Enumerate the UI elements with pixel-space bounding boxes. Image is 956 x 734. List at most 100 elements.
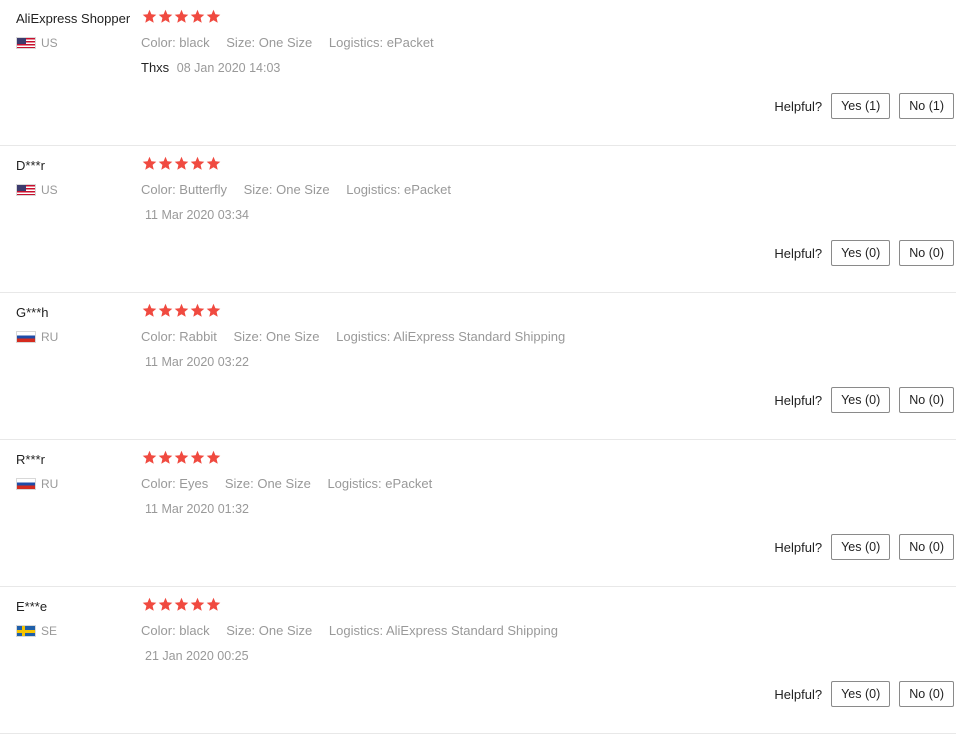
- attr-color: Color: Rabbit: [141, 329, 217, 344]
- helpful-yes-button[interactable]: Yes (0): [831, 240, 891, 266]
- reviewer-country: US: [16, 183, 58, 197]
- helpful-yes-button[interactable]: Yes (0): [831, 681, 891, 707]
- se-flag-icon: [16, 625, 36, 637]
- us-flag-icon: [16, 184, 36, 196]
- review-date: 11 Mar 2020 03:22: [145, 355, 250, 369]
- attr-size: Size: One Size: [233, 329, 320, 344]
- review-date: 11 Mar 2020 03:34: [145, 208, 250, 222]
- attr-color: Color: black: [141, 35, 210, 50]
- star-icon: [190, 156, 205, 170]
- star-icon: [142, 303, 157, 317]
- star-icon: [142, 450, 157, 464]
- helpful-no-button[interactable]: No (0): [899, 681, 954, 707]
- star-icon: [158, 597, 173, 611]
- ru-flag-icon: [16, 478, 36, 490]
- reviewer-country: RU: [16, 477, 58, 491]
- review-date: 08 Jan 2020 14:03: [176, 61, 281, 75]
- review-item: G***h RU Color: Rabbit Size: One Size Lo…: [0, 294, 956, 440]
- review-date: 11 Mar 2020 01:32: [145, 502, 250, 516]
- star-icon: [206, 597, 221, 611]
- star-icon: [158, 450, 173, 464]
- reviewer-country: US: [16, 36, 58, 50]
- review-item: AliExpress Shopper US Color: black Size:…: [0, 0, 956, 146]
- star-icon: [174, 156, 189, 170]
- country-code: RU: [41, 330, 59, 344]
- helpful-yes-button[interactable]: Yes (0): [831, 534, 891, 560]
- attr-size: Size: One Size: [224, 476, 311, 491]
- product-attributes: Color: Rabbit Size: One Size Logistics: …: [141, 329, 578, 344]
- product-attributes: Color: Eyes Size: One Size Logistics: eP…: [141, 476, 445, 491]
- helpful-vote: Helpful? Yes (0) No (0): [774, 681, 954, 707]
- review-item: R***r RU Color: Eyes Size: One Size Logi…: [0, 441, 956, 587]
- helpful-vote: Helpful? Yes (1) No (1): [774, 93, 954, 119]
- attr-logistics: Logistics: ePacket: [327, 476, 433, 491]
- helpful-yes-button[interactable]: Yes (1): [831, 93, 891, 119]
- attr-size: Size: One Size: [226, 623, 313, 638]
- review-date: 21 Jan 2020 00:25: [145, 649, 249, 663]
- reviewer-name: G***h: [16, 305, 49, 320]
- helpful-no-button[interactable]: No (1): [899, 93, 954, 119]
- helpful-label: Helpful?: [774, 98, 823, 114]
- reviewer-name: D***r: [16, 158, 45, 173]
- attr-color: Color: Butterfly: [141, 182, 227, 197]
- country-code: US: [41, 183, 58, 197]
- attr-size: Size: One Size: [243, 182, 330, 197]
- ru-flag-icon: [16, 331, 36, 343]
- reviewer-country: RU: [16, 330, 58, 344]
- review-text: Thxs: [141, 60, 170, 75]
- reviewer-name: AliExpress Shopper: [16, 11, 131, 26]
- helpful-vote: Helpful? Yes (0) No (0): [774, 534, 954, 560]
- star-icon: [158, 303, 173, 317]
- star-icon: [142, 156, 157, 170]
- product-attributes: Color: black Size: One Size Logistics: e…: [141, 35, 447, 50]
- reviewer-name: E***e: [16, 599, 48, 614]
- helpful-no-button[interactable]: No (0): [899, 240, 954, 266]
- review-item: E***e SE Color: black Size: One Size Log…: [0, 588, 956, 734]
- us-flag-icon: [16, 37, 36, 49]
- helpful-no-button[interactable]: No (0): [899, 534, 954, 560]
- country-code: RU: [41, 477, 59, 491]
- feedback-list: AliExpress Shopper US Color: black Size:…: [0, 0, 956, 734]
- attr-logistics: Logistics: AliExpress Standard Shipping: [336, 329, 566, 344]
- review-content: Thxs 08 Jan 2020 14:03: [141, 60, 280, 75]
- attr-logistics: Logistics: ePacket: [346, 182, 452, 197]
- star-icon: [142, 597, 157, 611]
- helpful-label: Helpful?: [774, 686, 823, 702]
- star-icon: [190, 303, 205, 317]
- star-rating: [142, 450, 221, 465]
- review-content: 11 Mar 2020 01:32: [141, 501, 249, 516]
- helpful-label: Helpful?: [774, 539, 823, 555]
- star-rating: [142, 156, 221, 171]
- helpful-yes-button[interactable]: Yes (0): [831, 387, 891, 413]
- star-icon: [158, 9, 173, 23]
- reviewer-country: SE: [16, 624, 57, 638]
- helpful-label: Helpful?: [774, 245, 823, 261]
- attr-color: Color: Eyes: [141, 476, 209, 491]
- star-icon: [206, 9, 221, 23]
- star-icon: [206, 303, 221, 317]
- star-rating: [142, 303, 221, 318]
- attr-color: Color: black: [141, 623, 210, 638]
- review-content: 11 Mar 2020 03:34: [141, 207, 249, 222]
- country-code: SE: [41, 624, 58, 638]
- attr-logistics: Logistics: AliExpress Standard Shipping: [328, 623, 558, 638]
- helpful-no-button[interactable]: No (0): [899, 387, 954, 413]
- country-code: US: [41, 36, 58, 50]
- attr-logistics: Logistics: ePacket: [328, 35, 434, 50]
- attr-size: Size: One Size: [226, 35, 313, 50]
- star-icon: [190, 597, 205, 611]
- helpful-label: Helpful?: [774, 392, 823, 408]
- star-rating: [142, 597, 221, 612]
- star-icon: [174, 450, 189, 464]
- star-rating: [142, 9, 221, 24]
- star-icon: [174, 303, 189, 317]
- review-item: D***r US Color: Butterfly Size: One Size…: [0, 147, 956, 293]
- star-icon: [190, 9, 205, 23]
- star-icon: [206, 156, 221, 170]
- review-content: 11 Mar 2020 03:22: [141, 354, 249, 369]
- reviewer-name: R***r: [16, 452, 45, 467]
- review-content: 21 Jan 2020 00:25: [141, 648, 249, 663]
- star-icon: [206, 450, 221, 464]
- star-icon: [190, 450, 205, 464]
- star-icon: [158, 156, 173, 170]
